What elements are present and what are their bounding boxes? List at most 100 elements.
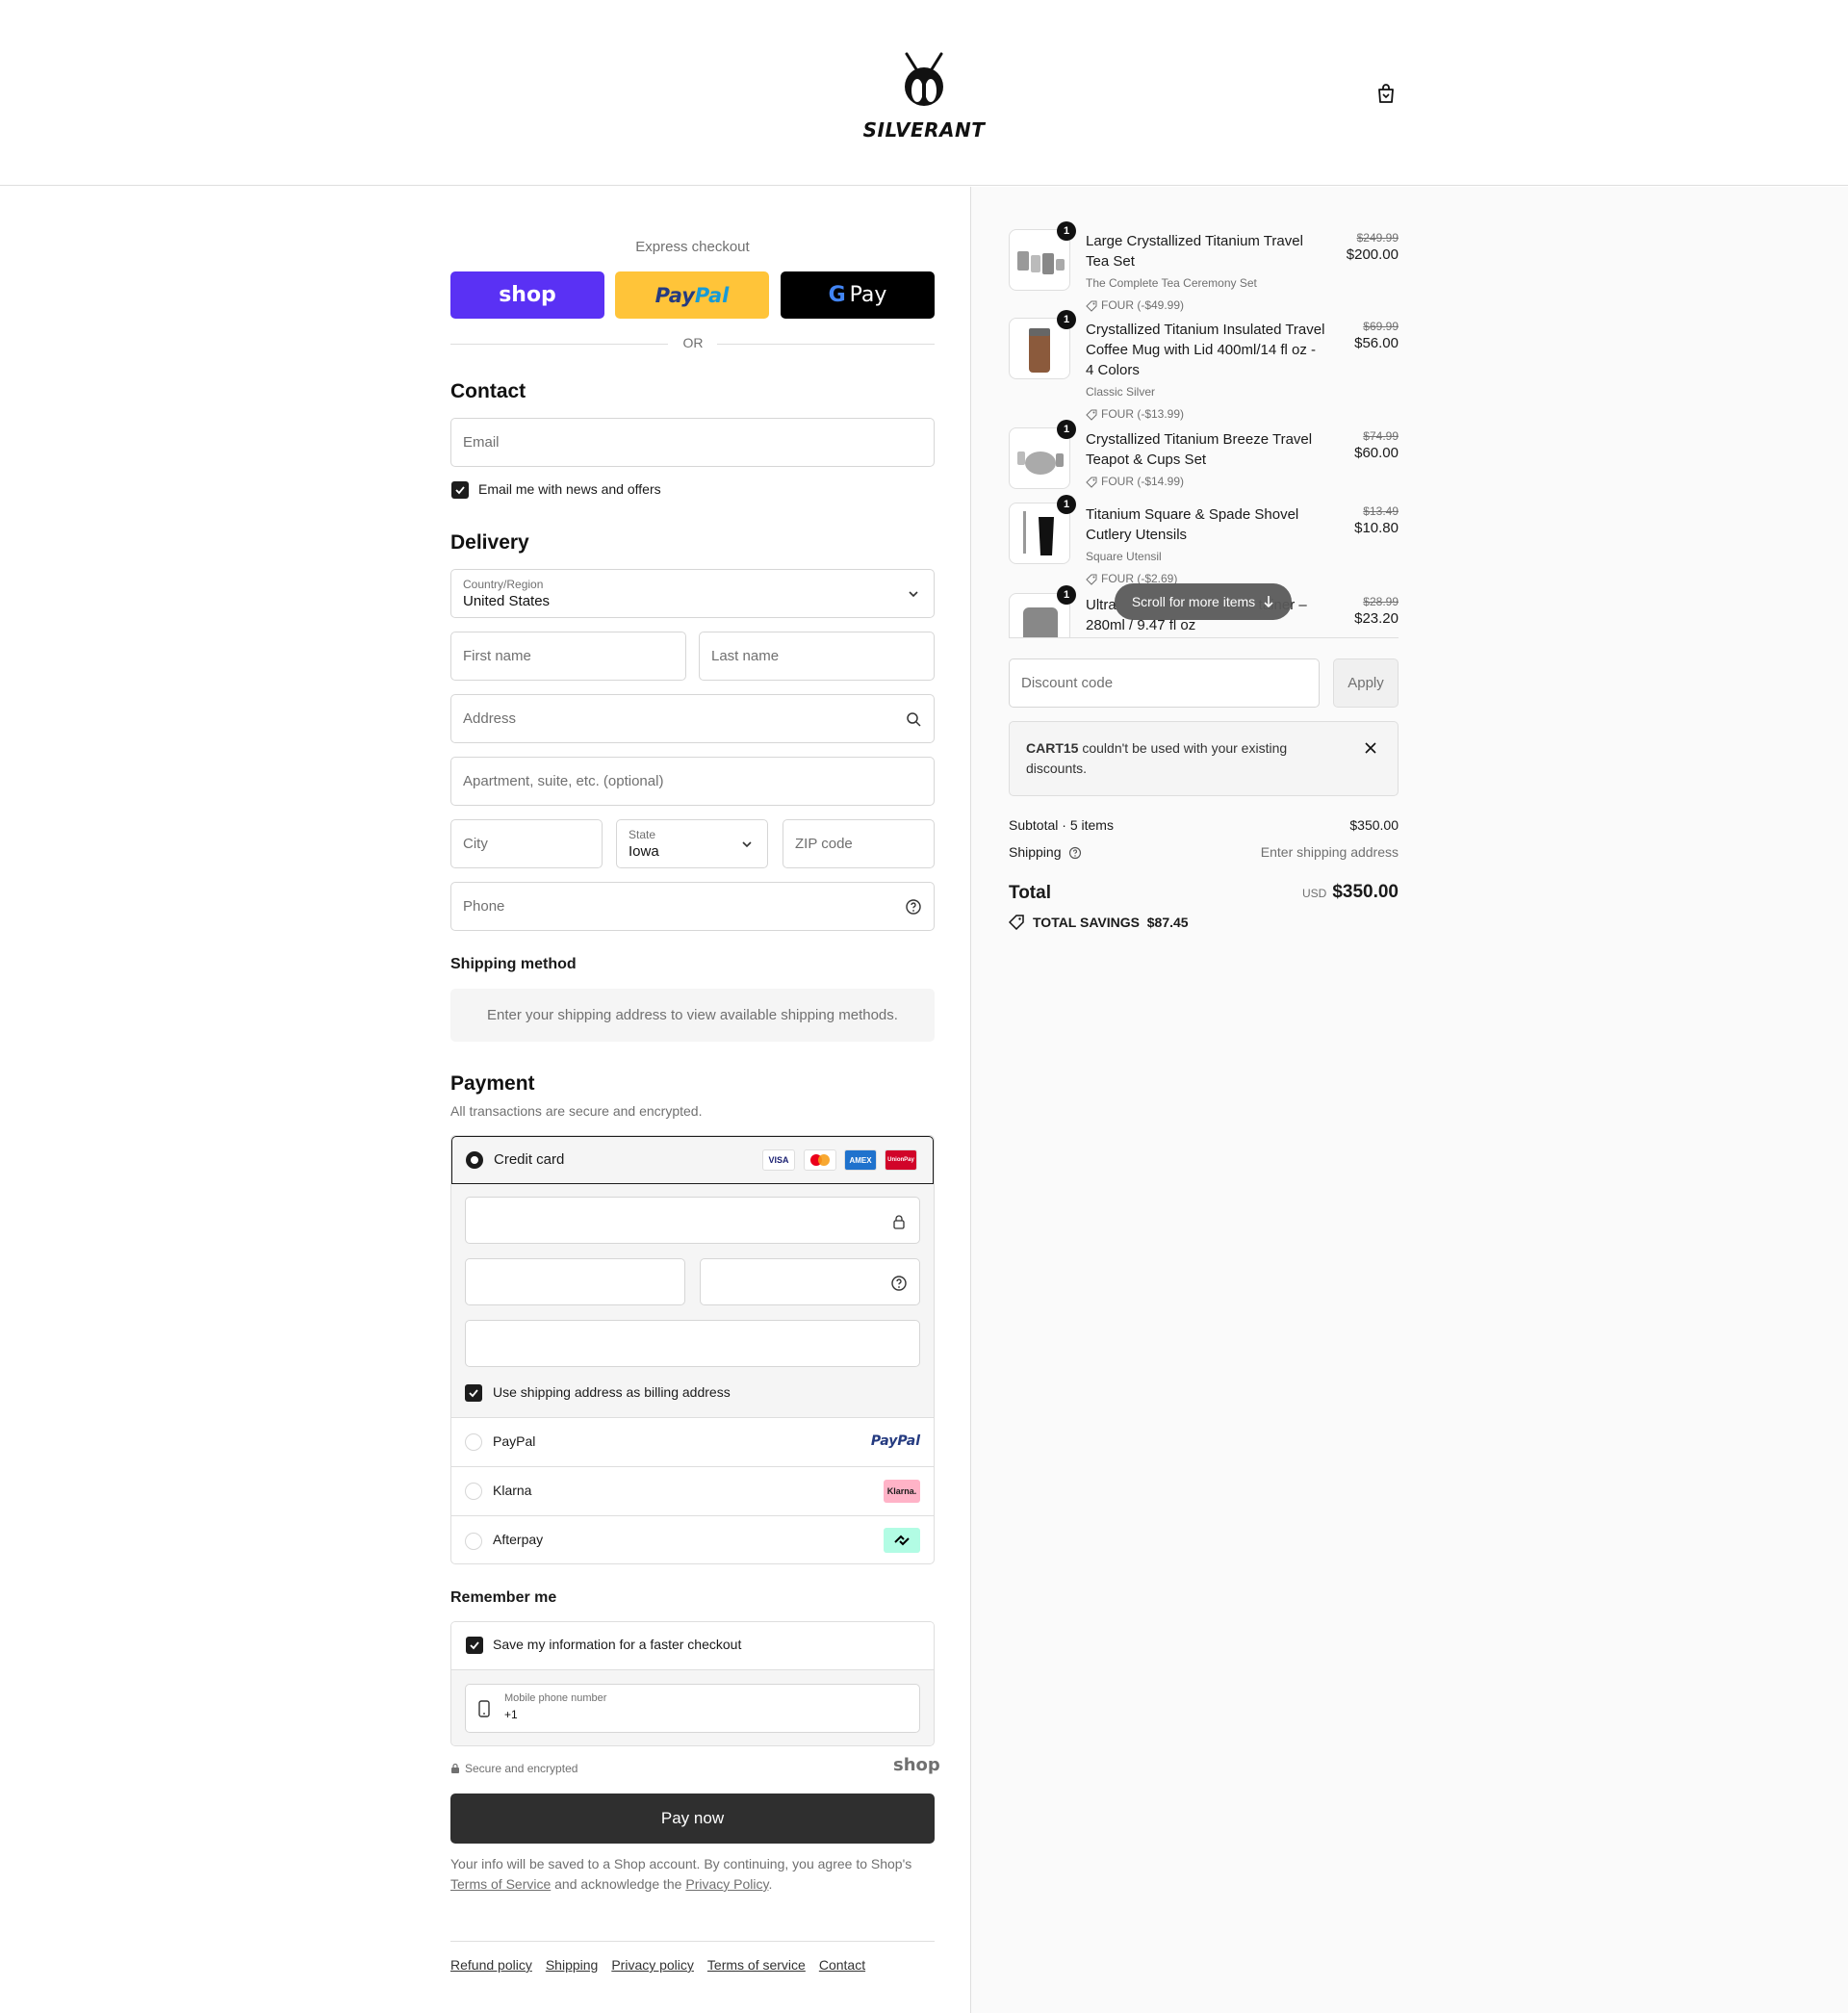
tag-icon [1086, 574, 1097, 585]
item-variant: Square Utensil [1086, 550, 1162, 563]
divider [450, 344, 668, 345]
save-info-checkbox[interactable] [466, 1637, 483, 1654]
discount-code-placeholder: Discount code [1021, 675, 1114, 691]
payment-methods: Credit card VISA AMEX UnionPay Use shipp… [450, 1135, 935, 1564]
savings-value: $87.45 [1146, 915, 1189, 930]
item-original-price: $13.49 [1363, 504, 1399, 518]
address-field[interactable]: Address [450, 694, 935, 743]
item-price: $200.00 [1346, 246, 1399, 263]
country-select[interactable]: Country/Region United States [450, 569, 935, 618]
zip-field[interactable]: ZIP code [783, 819, 935, 868]
billing-same-label: Use shipping address as billing address [493, 1384, 731, 1400]
quantity-badge: 1 [1057, 495, 1076, 514]
privacy-policy-link[interactable]: Privacy Policy [685, 1876, 768, 1892]
credit-card-radio[interactable] [466, 1151, 483, 1169]
privacy-policy-footer-link[interactable]: Privacy policy [611, 1957, 694, 1973]
shop-pay-button[interactable]: shop [450, 271, 604, 319]
terms-of-service-link[interactable]: Terms of Service [450, 1876, 551, 1892]
shipping-policy-link[interactable]: Shipping [546, 1957, 599, 1973]
arrow-down-icon [1264, 596, 1273, 608]
item-original-price: $69.99 [1363, 320, 1399, 333]
help-circle-icon[interactable] [1068, 846, 1082, 860]
brand-logo[interactable]: SILVERANT [862, 50, 986, 142]
item-original-price: $249.99 [1356, 231, 1399, 245]
address-placeholder: Address [463, 710, 517, 727]
paypal-option[interactable]: PayPal PayPal [451, 1418, 934, 1467]
paypal-logo: PayPal [654, 283, 730, 307]
credit-card-label: Credit card [494, 1151, 565, 1168]
save-info-label: Save my information for a faster checkou… [493, 1637, 742, 1652]
brand-name: SILVERANT [862, 118, 986, 142]
legal-text: and acknowledge the [554, 1876, 682, 1892]
item-name: Crystallized Titanium Insulated Travel C… [1086, 322, 1325, 378]
terms-of-service-footer-link[interactable]: Terms of service [707, 1957, 806, 1973]
or-divider-label: OR [682, 335, 704, 350]
klarna-option[interactable]: Klarna Klarna. [451, 1467, 934, 1516]
card-number-field[interactable] [465, 1197, 920, 1244]
help-circle-icon[interactable] [905, 898, 922, 916]
footer-links: Refund policy Shipping Privacy policy Te… [450, 1957, 865, 1973]
credit-card-option[interactable]: Credit card VISA AMEX UnionPay [451, 1136, 934, 1184]
mobile-phone-field[interactable]: Mobile phone number +1 [465, 1684, 920, 1733]
paypal-radio[interactable] [465, 1433, 482, 1451]
save-info-row[interactable]: Save my information for a faster checkou… [451, 1622, 934, 1670]
phone-field[interactable]: Phone [450, 882, 935, 931]
tag-icon [1086, 409, 1097, 421]
subtotal-value: $350.00 [1349, 817, 1399, 833]
billing-same-checkbox[interactable] [465, 1384, 482, 1402]
first-name-field[interactable]: First name [450, 632, 686, 681]
paypal-logo: PayPal [870, 1433, 920, 1449]
city-field[interactable]: City [450, 819, 603, 868]
quantity-badge: 1 [1057, 585, 1076, 605]
country-label: Country/Region [463, 578, 544, 591]
item-name: Crystallized Titanium Breeze Travel Teap… [1086, 431, 1313, 468]
apply-discount-button[interactable]: Apply [1333, 658, 1399, 708]
help-circle-icon[interactable] [890, 1275, 908, 1292]
expiration-date-field[interactable] [465, 1258, 685, 1305]
search-icon [907, 712, 921, 727]
google-pay-label: Pay [849, 283, 887, 307]
klarna-radio[interactable] [465, 1483, 482, 1500]
quantity-badge: 1 [1057, 221, 1076, 241]
zip-placeholder: ZIP code [795, 836, 853, 852]
first-name-placeholder: First name [463, 648, 531, 664]
lock-icon [893, 1215, 905, 1229]
afterpay-logo-icon [884, 1528, 920, 1553]
state-select[interactable]: State Iowa [616, 819, 768, 868]
pay-now-button[interactable]: Pay now [450, 1794, 935, 1844]
currency-code: USD [1301, 887, 1327, 900]
remember-me-heading: Remember me [450, 1589, 557, 1606]
item-original-price: $74.99 [1363, 429, 1399, 443]
card-details-panel: Use shipping address as billing address [451, 1184, 934, 1418]
site-header: SILVERANT [0, 0, 1848, 186]
chevron-down-icon [742, 841, 752, 848]
quantity-badge: 1 [1057, 310, 1076, 329]
last-name-field[interactable]: Last name [699, 632, 935, 681]
cart-items-list[interactable]: 1 Large Crystallized Titanium Travel Tea… [1009, 221, 1399, 637]
apartment-field[interactable]: Apartment, suite, etc. (optional) [450, 757, 935, 806]
shopping-bag-icon[interactable] [1374, 82, 1398, 105]
scroll-more-items-button[interactable]: Scroll for more items [1115, 583, 1292, 620]
visa-logo: VISA [762, 1149, 795, 1171]
close-icon[interactable] [1364, 741, 1377, 755]
item-name: Titanium Square & Spade Shovel Cutlery U… [1086, 506, 1299, 543]
email-field[interactable]: Email [450, 418, 935, 467]
city-placeholder: City [463, 836, 488, 852]
name-on-card-field[interactable] [465, 1320, 920, 1367]
phone-placeholder: Phone [463, 898, 505, 915]
news-checkbox[interactable] [451, 481, 469, 499]
afterpay-option[interactable]: Afterpay [451, 1516, 934, 1563]
country-value: United States [463, 593, 551, 609]
refund-policy-link[interactable]: Refund policy [450, 1957, 532, 1973]
total-value: $350.00 [1332, 882, 1399, 902]
discount-code-field[interactable]: Discount code [1009, 658, 1320, 708]
paypal-express-button[interactable]: PayPal [615, 271, 769, 319]
security-code-field[interactable] [700, 1258, 920, 1305]
shipping-method-message: Enter your shipping address to view avai… [450, 989, 935, 1042]
afterpay-radio[interactable] [465, 1532, 482, 1550]
contact-link[interactable]: Contact [819, 1957, 865, 1973]
google-pay-button[interactable]: G Pay [781, 271, 935, 319]
shipping-method-heading: Shipping method [450, 956, 577, 972]
check-icon [469, 1389, 478, 1398]
divider [1009, 637, 1399, 638]
